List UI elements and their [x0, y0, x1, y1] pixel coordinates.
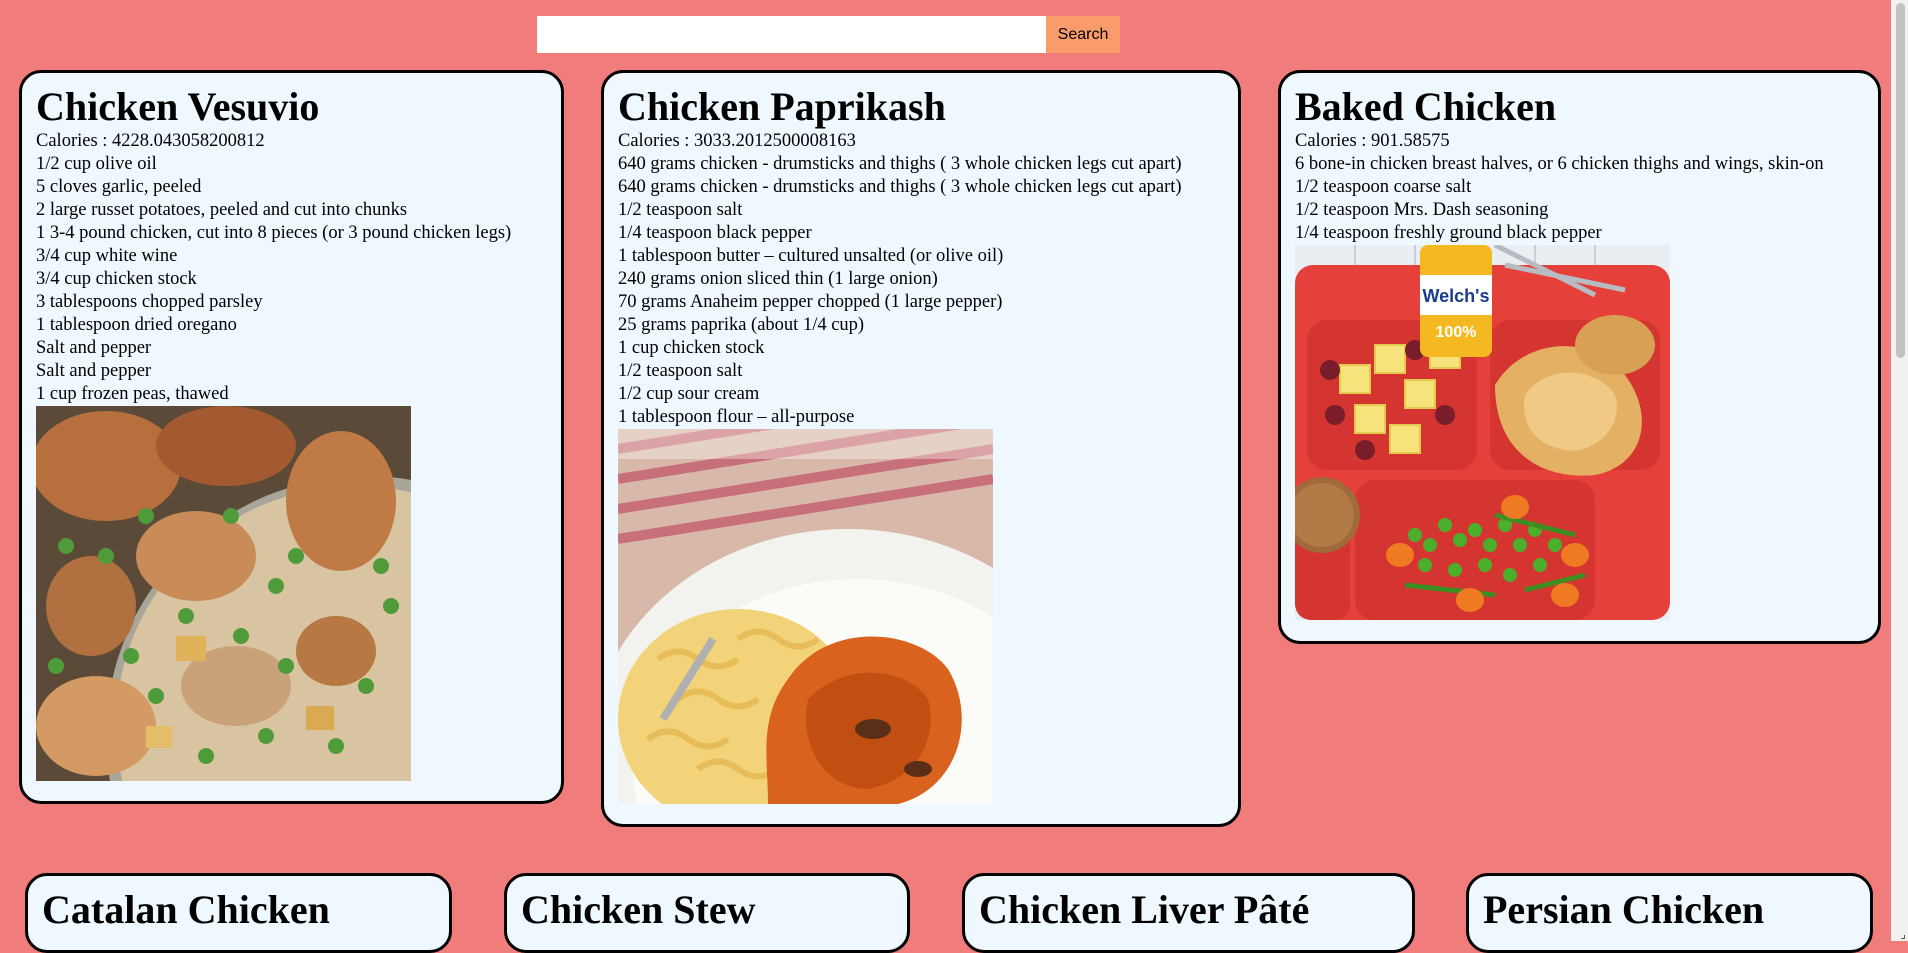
chicken-paprikash-photo-icon [618, 429, 993, 804]
recipe-title: Persian Chicken [1483, 887, 1765, 932]
ingredient-line: 1/2 cup sour cream [618, 384, 760, 404]
recipe-photo[interactable]: Welch's 100% [1295, 245, 1670, 620]
ingredient-line: 1/2 cup olive oil [36, 154, 157, 174]
ingredient-line: 1 tablespoon butter – cultured unsalted … [618, 246, 1004, 266]
recipe-card[interactable]: Chicken Stew [504, 873, 910, 953]
ingredient-line: 240 grams onion sliced thin (1 large oni… [618, 269, 938, 289]
scrollbar-thumb[interactable] [1896, 3, 1905, 358]
ingredient-line: 1 cup frozen peas, thawed [36, 384, 229, 404]
chicken-vesuvio-photo-icon [36, 406, 411, 781]
recipe-card[interactable]: Persian Chicken [1466, 873, 1873, 953]
ingredient-line: Salt and pepper [36, 361, 152, 381]
recipe-card[interactable]: Chicken Liver Pâté [962, 873, 1415, 953]
recipe-calories: Calories : 4228.043058200812 [36, 131, 265, 151]
recipe-photo[interactable] [618, 429, 993, 804]
vertical-scrollbar[interactable] [1891, 0, 1908, 941]
recipe-card[interactable]: Baked Chicken Calories : 901.58575 6 bon… [1278, 70, 1881, 644]
ingredient-line: 2 large russet potatoes, peeled and cut … [36, 200, 408, 220]
ingredient-line: 70 grams Anaheim pepper chopped (1 large… [618, 292, 1003, 312]
ingredient-line: 640 grams chicken - drumsticks and thigh… [618, 154, 1182, 174]
ingredient-line: 5 cloves garlic, peeled [36, 177, 202, 197]
can-sub-label: 100% [1436, 324, 1477, 341]
baked-chicken-tray-photo-icon: Welch's 100% [1295, 245, 1670, 620]
ingredient-line: 1/4 teaspoon freshly ground black pepper [1295, 223, 1602, 243]
ingredient-line: 1/2 teaspoon salt [618, 361, 743, 381]
ingredient-line: 1/4 teaspoon black pepper [618, 223, 812, 243]
can-label: Welch's [1423, 286, 1490, 306]
ingredient-line: 1/2 teaspoon coarse salt [1295, 177, 1472, 197]
recipe-title: Baked Chicken [1295, 84, 1557, 129]
ingredient-line: 1 tablespoon dried oregano [36, 315, 237, 335]
recipe-card[interactable]: Catalan Chicken [25, 873, 452, 953]
ingredient-line: 640 grams chicken - drumsticks and thigh… [618, 177, 1182, 197]
recipe-card[interactable]: Chicken Vesuvio Calories : 4228.04305820… [19, 70, 564, 804]
recipe-photo[interactable] [36, 406, 411, 781]
recipe-title: Chicken Stew [521, 887, 756, 932]
resize-corner-icon: ⌟ [1900, 927, 1906, 941]
ingredient-line: 1 3-4 pound chicken, cut into 8 pieces (… [36, 223, 512, 243]
ingredient-line: 3/4 cup chicken stock [36, 269, 197, 289]
ingredient-line: 25 grams paprika (about 1/4 cup) [618, 315, 865, 335]
ingredient-line: 1 cup chicken stock [618, 338, 765, 358]
ingredient-line: 1 tablespoon flour – all-purpose [618, 407, 855, 427]
search-input[interactable] [537, 16, 1046, 53]
ingredient-line: 1/2 teaspoon salt [618, 200, 743, 220]
search-bar: Search [537, 16, 1120, 53]
search-button[interactable]: Search [1046, 16, 1120, 53]
ingredient-line: 6 bone-in chicken breast halves, or 6 ch… [1295, 154, 1824, 174]
ingredient-line: Salt and pepper [36, 338, 152, 358]
recipe-title: Chicken Liver Pâté [979, 887, 1310, 932]
recipe-calories: Calories : 901.58575 [1295, 131, 1450, 151]
recipe-title: Catalan Chicken [42, 887, 330, 932]
recipe-card[interactable]: Chicken Paprikash Calories : 3033.201250… [601, 70, 1241, 827]
ingredient-line: 3 tablespoons chopped parsley [36, 292, 263, 312]
recipe-calories: Calories : 3033.2012500008163 [618, 131, 856, 151]
ingredient-line: 3/4 cup white wine [36, 246, 178, 266]
recipe-title: Chicken Vesuvio [36, 84, 320, 129]
ingredient-line: 1/2 teaspoon Mrs. Dash seasoning [1295, 200, 1549, 220]
recipe-title: Chicken Paprikash [618, 84, 946, 129]
